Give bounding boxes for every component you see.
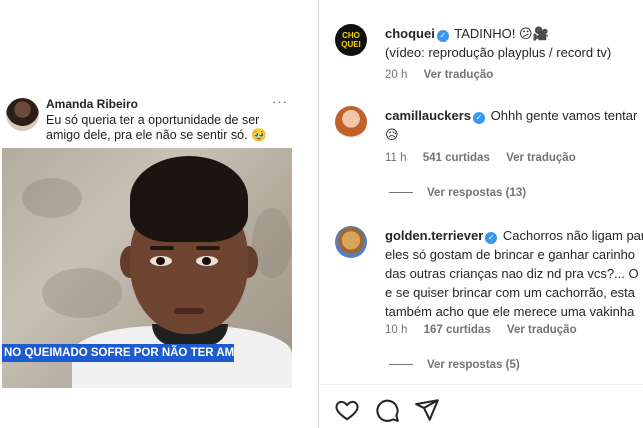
- comment-body: choquei ✓ TADINHO! 😕🎥 (vídeo: reprodução …: [385, 24, 643, 62]
- heart-icon[interactable]: [334, 397, 360, 423]
- translate-link[interactable]: Ver tradução: [506, 152, 576, 164]
- comment-username[interactable]: choquei: [385, 26, 435, 41]
- comment-meta: 10 h 167 curtidas Ver tradução: [385, 324, 590, 336]
- comments-panel: CHO QUEI choquei ✓ TADINHO! 😕🎥 (vídeo: re…: [319, 0, 643, 428]
- avatar[interactable]: CHO QUEI: [335, 24, 367, 56]
- comment-text-line: (vídeo: reprodução playplus / record tv): [385, 45, 612, 60]
- embedded-tweet: Amanda Ribeiro ··· Eu só queria ter a op…: [6, 94, 290, 144]
- translate-link[interactable]: Ver tradução: [507, 324, 577, 336]
- post-media: Amanda Ribeiro ··· Eu só queria ter a op…: [0, 0, 318, 428]
- translate-link[interactable]: Ver tradução: [424, 69, 494, 81]
- view-replies-button[interactable]: Ver respostas (13): [389, 187, 526, 199]
- tweet-author: Amanda Ribeiro: [46, 97, 139, 111]
- comment-text-line: 😥: [385, 127, 399, 142]
- share-icon[interactable]: [414, 397, 440, 423]
- avatar[interactable]: [335, 106, 367, 138]
- comment-username[interactable]: golden.terriever: [385, 228, 483, 243]
- avatar[interactable]: [335, 226, 367, 258]
- comment-text: Cachorros não ligam para: [502, 228, 643, 243]
- comment-text-line: e se quiser brincar com um cachorrão, es…: [385, 285, 635, 300]
- likes-count[interactable]: 167 curtidas: [424, 324, 491, 336]
- news-banner: NO QUEIMADO SOFRE POR NÃO TER AMIGOS: [2, 344, 234, 362]
- comment-time[interactable]: 10 h: [385, 324, 407, 336]
- comment-username[interactable]: camillauckers: [385, 108, 471, 123]
- comment-icon[interactable]: [374, 397, 400, 423]
- likes-count[interactable]: 541 curtidas: [423, 152, 490, 164]
- video-frame[interactable]: NO QUEIMADO SOFRE POR NÃO TER AMIGOS: [2, 148, 292, 388]
- tweet-text: Eu só queria ter a oportunidade de ser a…: [46, 113, 267, 142]
- comment-meta: 20 h Ver tradução: [385, 69, 506, 81]
- replies-line: [389, 364, 413, 366]
- comment-body: camillauckers ✓ Ohhh gente vamos tentar 😥: [385, 106, 643, 144]
- comment-text: Ohhh gente vamos tentar: [490, 108, 638, 123]
- comment-text-line: também acho que ele merece uma vakinha: [385, 304, 635, 319]
- comment-body: golden.terriever ✓ Cachorros não ligam pa…: [385, 226, 643, 321]
- post-actions-bar: [319, 384, 643, 428]
- view-replies-label: Ver respostas (5): [427, 359, 520, 371]
- verified-icon: ✓: [473, 112, 486, 124]
- comment-text-line: eles só gostam de brincar e ganhar carin…: [385, 247, 636, 262]
- more-options-icon: ···: [272, 94, 288, 109]
- verified-icon: ✓: [485, 232, 498, 244]
- view-replies-button[interactable]: Ver respostas (5): [389, 359, 520, 371]
- comment-time[interactable]: 20 h: [385, 69, 407, 81]
- tweet-avatar: [6, 98, 39, 131]
- comment-text: TADINHO! 😕🎥: [454, 26, 549, 41]
- replies-line: [389, 192, 413, 194]
- comment-text-line: das outras crianças nao diz nd pra vcs?.…: [385, 266, 639, 281]
- comment-meta: 11 h 541 curtidas Ver tradução: [385, 152, 589, 164]
- verified-icon: ✓: [436, 30, 449, 42]
- comment-time[interactable]: 11 h: [385, 152, 407, 164]
- view-replies-label: Ver respostas (13): [427, 187, 527, 199]
